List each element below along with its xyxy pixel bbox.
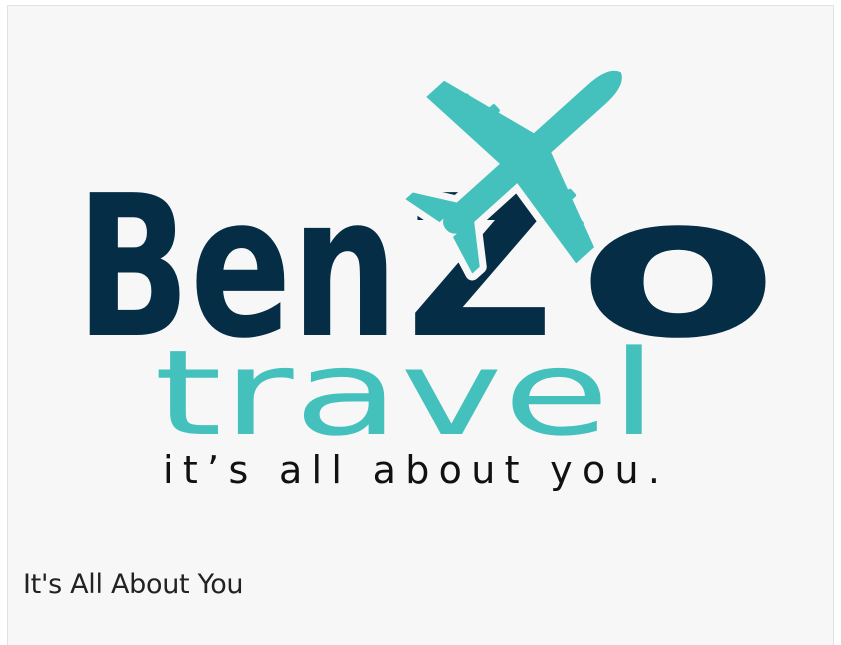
subbrand-travel-text: travel	[154, 324, 658, 462]
caption-text: It's All About You	[23, 569, 244, 600]
benzo-travel-logo: Ben Z o	[76, 63, 778, 492]
tagline-text: it’s all about you.	[163, 448, 660, 492]
logo-card: Ben Z o	[7, 5, 834, 645]
